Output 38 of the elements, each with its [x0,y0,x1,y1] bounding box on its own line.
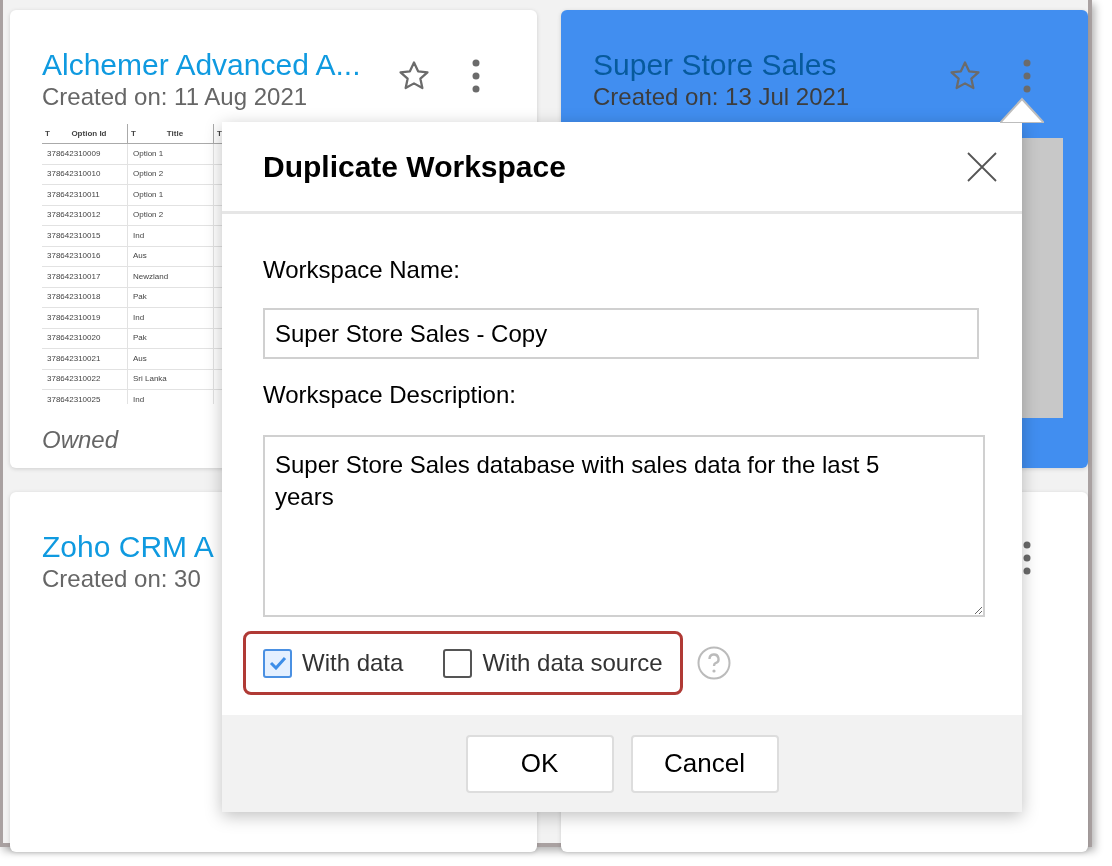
dialog-title: Duplicate Workspace [263,149,567,185]
created-date: Created on: 13 Jul 2021 [593,82,850,112]
column-header: Option Id [70,127,108,140]
created-date: Created on: 30 [42,564,201,594]
table-cell: 378642310018 [47,291,101,304]
table-cell: 378642310021 [47,352,101,365]
table-cell: Ind [133,311,145,324]
table-cell: 378642310020 [47,332,101,345]
created-date: Created on: 11 Aug 2021 [42,82,308,112]
table-cell: Aus [133,352,147,365]
table-cell: Newzland [133,270,169,283]
field-label: Workspace Name: [263,255,461,285]
field-label: Workspace Description: [263,380,517,410]
table-cell: Sri Lanka [133,373,167,386]
table-cell: Ind [133,229,145,242]
table-cell: Option 1 [133,188,164,201]
table-cell: 378642310016 [47,250,101,263]
table-cell: 378642310009 [47,147,101,160]
table-cell: 378642310025 [47,393,101,404]
table-cell: 378642310019 [47,311,101,324]
column-header: Title [165,127,185,140]
table-cell: Pak [133,332,147,345]
table-cell: 378642310010 [47,168,101,181]
table-cell: Ind [133,393,145,404]
table-cell: Pak [133,291,147,304]
table-cell: 378642310012 [47,209,101,222]
table-cell: 378642310022 [47,373,101,386]
type-mark: T [217,127,222,140]
table-cell: Option 1 [133,147,164,160]
table-cell: Option 2 [133,209,164,222]
type-mark: T [131,127,136,140]
table-cell: Option 2 [133,168,164,181]
table-cell: 378642310015 [47,229,101,242]
table-cell: Aus [133,250,147,263]
type-mark: T [45,127,50,140]
ownership-label: Owned [42,425,120,455]
table-cell: 378642310011 [47,188,100,201]
table-cell: 378642310017 [47,270,101,283]
